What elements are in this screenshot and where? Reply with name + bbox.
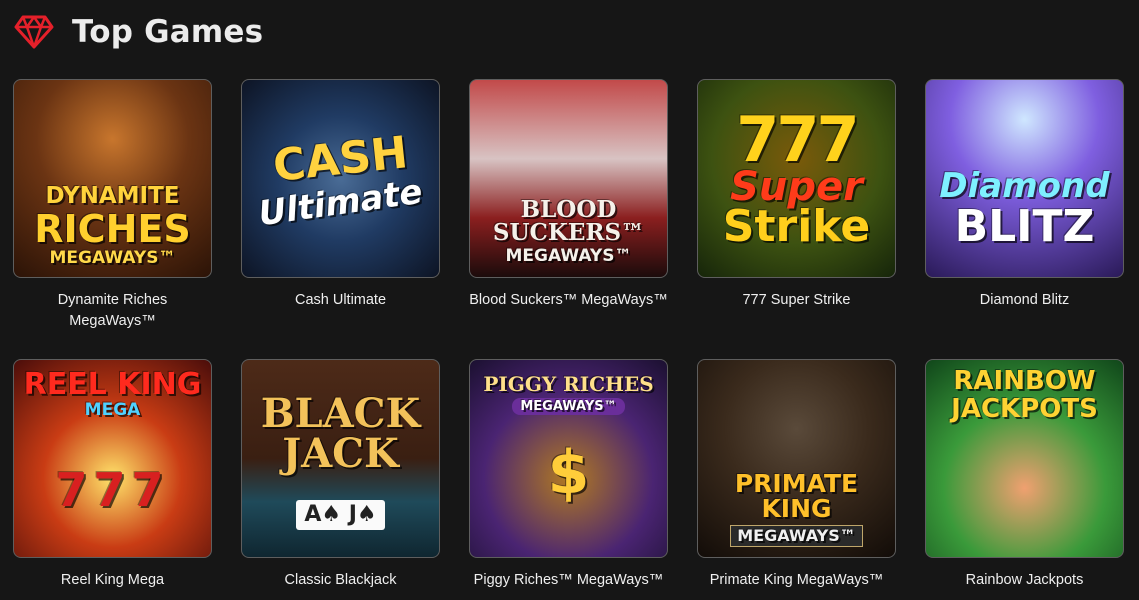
thumbnail-logo-text: 777 — [736, 102, 859, 176]
thumbnail-logo-text: MEGAWAYS™ — [505, 246, 632, 266]
thumbnail-logo-text: DYNAMITE — [45, 183, 180, 209]
game-thumbnail[interactable]: Diamond BLITZ — [925, 79, 1124, 278]
game-thumbnail[interactable]: BLOOD SUCKERS™ MEGAWAYS™ — [469, 79, 668, 278]
game-title[interactable]: Blood Suckers™ MegaWays™ — [469, 290, 668, 311]
game-card-dynamite-riches[interactable]: DYNAMITE RICHES MEGAWAYS™ Dynamite Riche… — [13, 79, 212, 359]
game-thumbnail[interactable]: CASH Ultimate — [241, 79, 440, 278]
game-title[interactable]: Dynamite Riches MegaWays™ — [13, 290, 212, 332]
thumbnail-logo-text: RICHES — [34, 207, 191, 251]
thumbnail-logo-text: MEGA — [84, 400, 141, 420]
game-thumbnail[interactable]: BLACK JACK A♠ J♠ — [241, 359, 440, 558]
games-grid: DYNAMITE RICHES MEGAWAYS™ Dynamite Riche… — [13, 79, 1124, 599]
thumbnail-logo-text: Strike — [722, 200, 871, 252]
game-title[interactable]: Classic Blackjack — [241, 570, 440, 591]
thumbnail-logo-text: MEGAWAYS™ — [512, 398, 625, 415]
game-title[interactable]: Reel King Mega — [13, 570, 212, 591]
thumbnail-logo-text: REEL KING — [23, 367, 202, 402]
game-card-rainbow-jackpots[interactable]: RAINBOW JACKPOTS Rainbow Jackpots — [925, 359, 1124, 599]
game-thumbnail[interactable]: PRIMATE KING MEGAWAYS™ — [697, 359, 896, 558]
thumbnail-cards: A♠ J♠ — [296, 500, 385, 530]
game-card-blood-suckers[interactable]: BLOOD SUCKERS™ MEGAWAYS™ Blood Suckers™ … — [469, 79, 668, 359]
thumbnail-logo-text: PRIMATE KING — [734, 469, 859, 523]
thumbnail-logo-text: BLACK — [260, 390, 421, 437]
game-thumbnail[interactable]: 777 Super Strike — [697, 79, 896, 278]
game-title[interactable]: Piggy Riches™ MegaWays™ — [469, 570, 668, 591]
page-title: Top Games — [72, 14, 264, 50]
game-card-primate-king[interactable]: PRIMATE KING MEGAWAYS™ Primate King Mega… — [697, 359, 896, 599]
game-card-cash-ultimate[interactable]: CASH Ultimate Cash Ultimate — [241, 79, 440, 359]
thumbnail-logo-text: PIGGY RICHES — [483, 372, 654, 396]
thumbnail-logo-text: RAINBOW — [953, 366, 1096, 396]
money-bag-icon: $ — [547, 438, 590, 508]
game-card-reel-king-mega[interactable]: REEL KING MEGA 777 Reel King Mega — [13, 359, 212, 599]
thumbnail-logo-text: JACKPOTS — [951, 394, 1098, 424]
thumbnail-logo-text: BLITZ — [954, 201, 1095, 252]
game-title[interactable]: Diamond Blitz — [925, 290, 1124, 311]
thumbnail-logo-text: MEGAWAYS™ — [730, 525, 863, 547]
game-card-777-super-strike[interactable]: 777 Super Strike 777 Super Strike — [697, 79, 896, 359]
game-title[interactable]: Cash Ultimate — [241, 290, 440, 311]
gem-icon — [14, 15, 54, 49]
thumbnail-logo-text: 777 — [55, 463, 170, 517]
game-title[interactable]: Primate King MegaWays™ — [697, 570, 896, 591]
section-header: Top Games — [14, 10, 263, 54]
game-thumbnail[interactable]: RAINBOW JACKPOTS — [925, 359, 1124, 558]
game-title[interactable]: Rainbow Jackpots — [925, 570, 1124, 591]
thumbnail-logo-text: MEGAWAYS™ — [49, 248, 176, 268]
game-card-classic-blackjack[interactable]: BLACK JACK A♠ J♠ Classic Blackjack — [241, 359, 440, 599]
game-thumbnail[interactable]: DYNAMITE RICHES MEGAWAYS™ — [13, 79, 212, 278]
game-card-piggy-riches[interactable]: PIGGY RICHES MEGAWAYS™ $ Piggy Riches™ M… — [469, 359, 668, 599]
game-title[interactable]: 777 Super Strike — [697, 290, 896, 311]
thumbnail-logo-text: BLOOD SUCKERS™ — [492, 196, 645, 246]
thumbnail-logo-text: Diamond — [939, 166, 1110, 206]
game-thumbnail[interactable]: REEL KING MEGA 777 — [13, 359, 212, 558]
game-thumbnail[interactable]: PIGGY RICHES MEGAWAYS™ $ — [469, 359, 668, 558]
game-card-diamond-blitz[interactable]: Diamond BLITZ Diamond Blitz — [925, 79, 1124, 359]
thumbnail-logo-text: JACK — [282, 430, 399, 477]
